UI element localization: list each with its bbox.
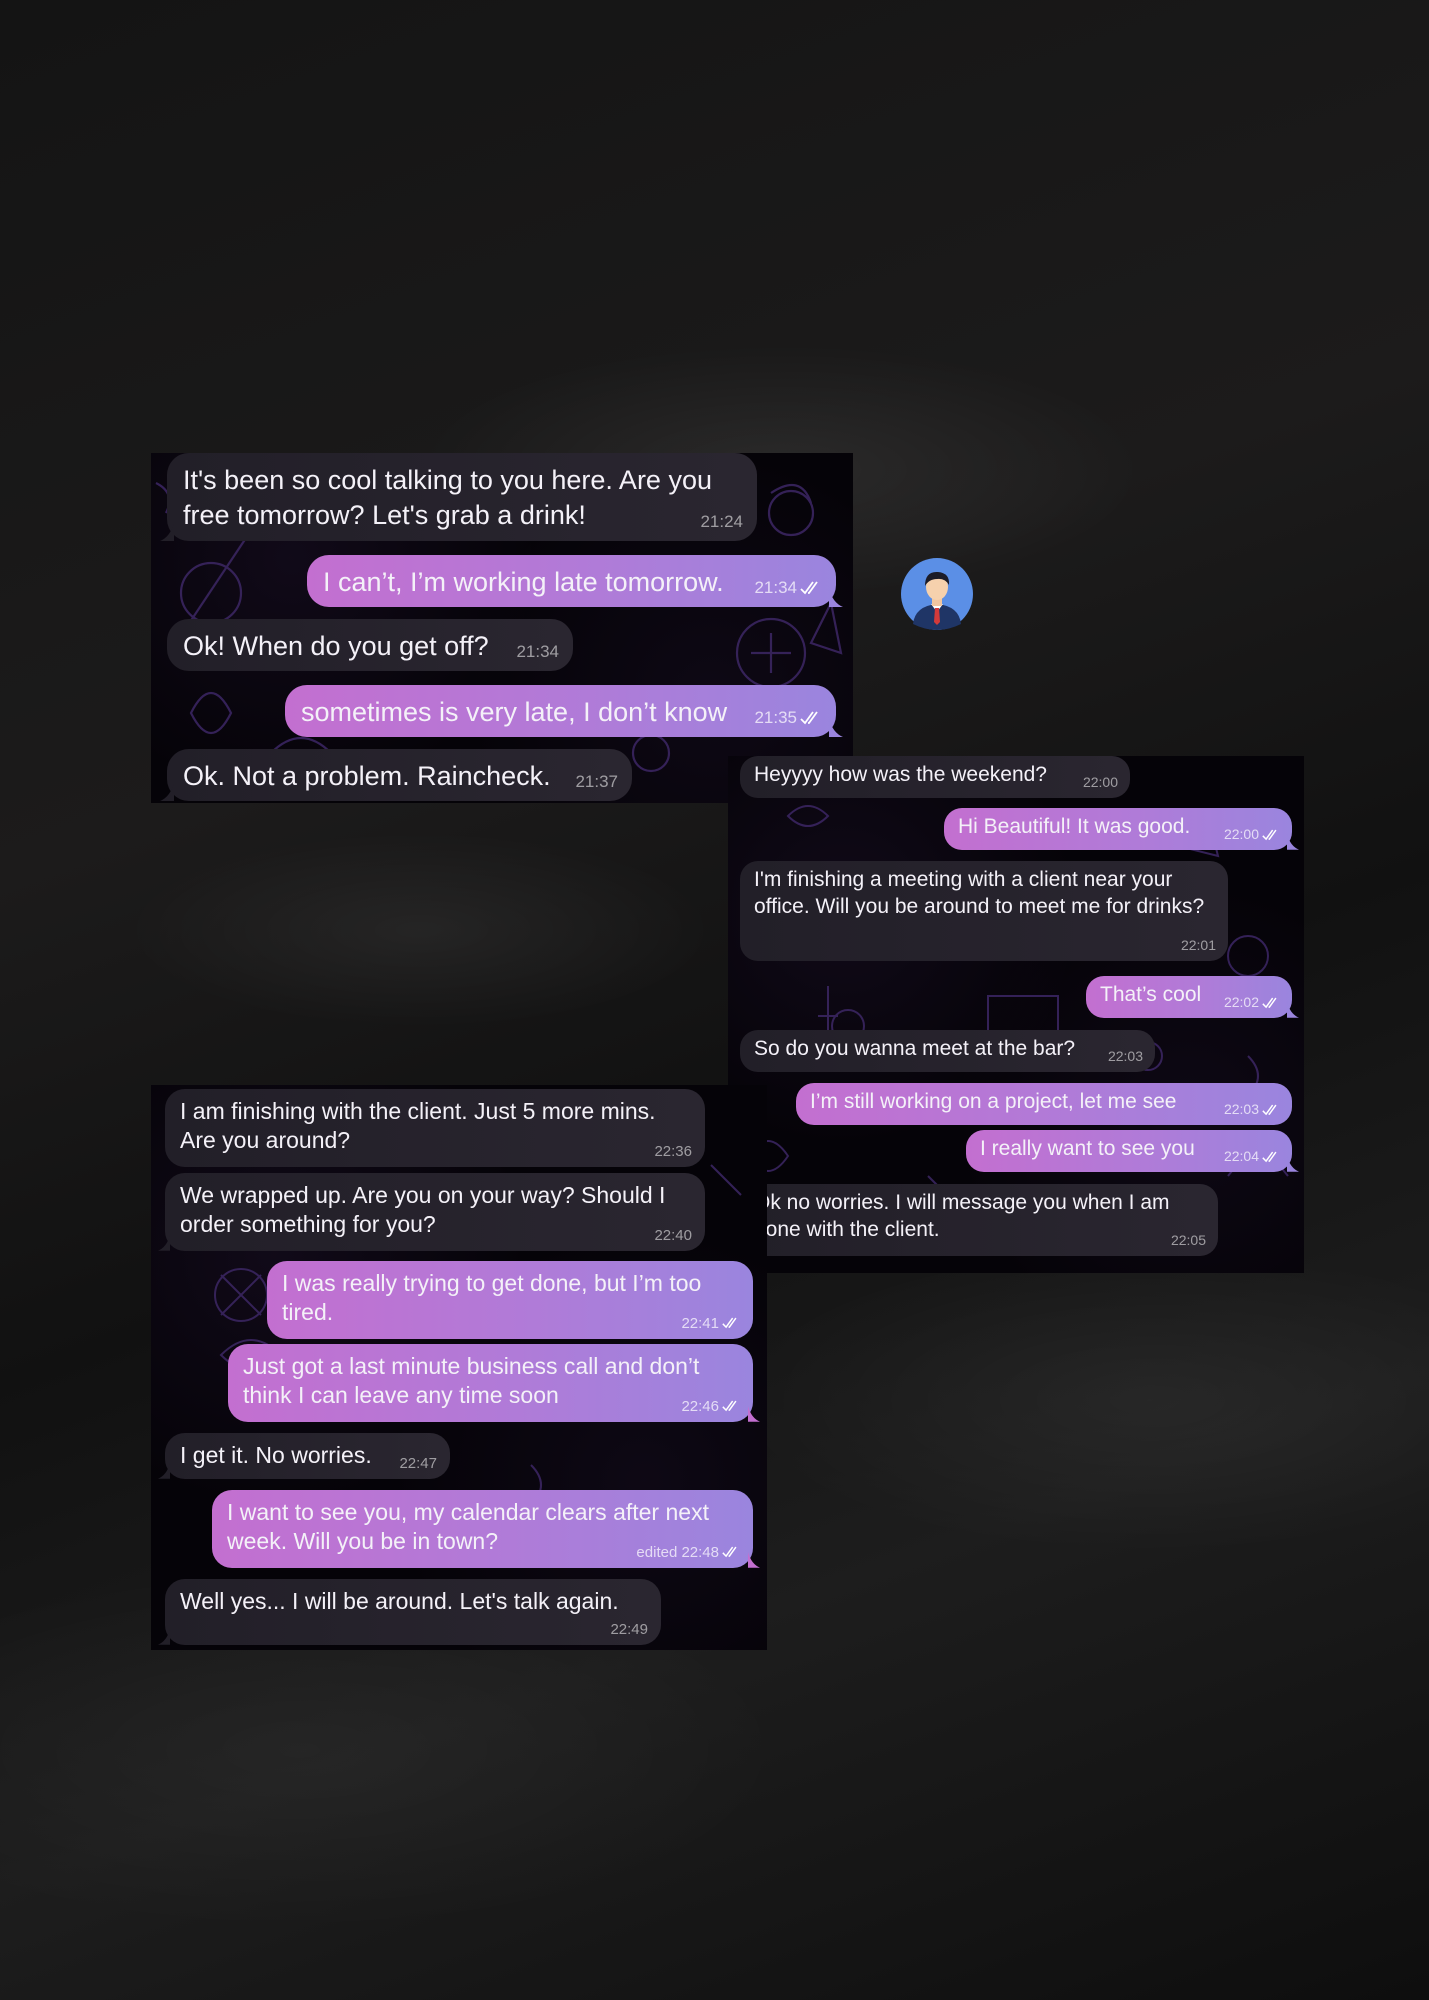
bubble-tail <box>160 523 174 541</box>
message-meta: 22:03 <box>1224 1101 1280 1119</box>
message-bubble-outgoing[interactable]: I’m still working on a project, let me s… <box>796 1083 1292 1125</box>
message-text: Ok! When do you get off? <box>183 631 489 661</box>
message-bubble-incoming[interactable]: I am finishing with the client. Just 5 m… <box>165 1089 705 1167</box>
message-meta: 22:04 <box>1224 1148 1280 1166</box>
message-meta: 22:41 <box>681 1314 740 1333</box>
message-bubble-incoming[interactable]: I'm finishing a meeting with a client ne… <box>740 861 1228 961</box>
message-time: 22:49 <box>610 1620 648 1638</box>
message-bubble-incoming[interactable]: Ok. Not a problem. Raincheck. 21:37 <box>160 749 632 801</box>
double-check-icon <box>722 1401 737 1412</box>
bubble-tail <box>158 1629 170 1645</box>
chat-screenshot-1: It's been so cool talking to you here. A… <box>151 453 853 803</box>
message-bubble-incoming[interactable]: Heyyyy how was the weekend? 22:00 <box>740 756 1130 798</box>
message-bubble-outgoing[interactable]: I was really trying to get done, but I’m… <box>267 1261 753 1339</box>
message-meta: 21:35 <box>754 707 822 729</box>
message-text: Well yes... I will be around. Let's talk… <box>180 1588 619 1614</box>
bubble-tail <box>829 719 843 737</box>
message-meta: 22:00 <box>1224 826 1280 844</box>
message-time: 21:34 <box>516 642 559 662</box>
bubble-tail <box>1287 1156 1299 1172</box>
message-time: 22:03 <box>1107 1048 1143 1065</box>
message-bubble-outgoing[interactable]: Just got a last minute business call and… <box>228 1344 760 1422</box>
bubble-tail <box>1287 834 1299 850</box>
message-text: It's been so cool talking to you here. A… <box>183 465 712 530</box>
message-meta: edited 22:48 <box>636 1543 740 1562</box>
message-text: I’m still working on a project, let me s… <box>810 1090 1177 1113</box>
bubble-tail <box>160 783 174 801</box>
message-bubble-incoming[interactable]: I get it. No worries. 22:47 <box>158 1433 450 1479</box>
double-check-icon <box>1262 1104 1277 1116</box>
message-bubble-incoming[interactable]: Ok no worries. I will message you when I… <box>740 1184 1218 1256</box>
message-bubble-outgoing[interactable]: sometimes is very late, I don’t know 21:… <box>285 685 843 737</box>
message-text: I get it. No worries. <box>180 1442 372 1468</box>
bubble-tail <box>748 1552 760 1568</box>
double-check-icon <box>1262 997 1277 1009</box>
message-time: 22:47 <box>399 1454 437 1472</box>
message-text: I can’t, I’m working late tomorrow. <box>323 567 724 597</box>
message-time: 22:05 <box>1170 1232 1206 1249</box>
bubble-tail <box>1287 1002 1299 1018</box>
message-bubble-incoming[interactable]: It's been so cool talking to you here. A… <box>160 453 757 541</box>
double-check-icon <box>722 1547 737 1558</box>
double-check-icon <box>722 1318 737 1329</box>
message-meta: 22:46 <box>681 1397 740 1416</box>
message-time: 22:01 <box>1180 937 1216 954</box>
bubble-tail <box>829 589 843 607</box>
message-bubble-incoming[interactable]: Well yes... I will be around. Let's talk… <box>158 1579 661 1645</box>
message-time: 21:24 <box>700 512 743 532</box>
bubble-tail <box>158 1235 170 1251</box>
message-time: 22:36 <box>654 1142 692 1160</box>
message-bubble-incoming[interactable]: So do you wanna meet at the bar? 22:03 <box>740 1030 1155 1072</box>
message-text: We wrapped up. Are you on your way? Shou… <box>180 1182 666 1238</box>
double-check-icon <box>1262 829 1277 841</box>
message-text: sometimes is very late, I don’t know <box>301 697 728 727</box>
message-meta: 22:02 <box>1224 994 1280 1012</box>
double-check-icon <box>800 711 818 725</box>
message-bubble-outgoing[interactable]: I can’t, I’m working late tomorrow. 21:3… <box>307 555 843 607</box>
businessman-avatar-icon[interactable] <box>901 558 973 630</box>
message-text: So do you wanna meet at the bar? <box>754 1037 1076 1060</box>
message-bubble-outgoing[interactable]: Hi Beautiful! It was good. 22:00 <box>944 808 1299 850</box>
chat-screenshot-2: Heyyyy how was the weekend? 22:00 Hi Bea… <box>728 756 1304 1273</box>
message-text: I am finishing with the client. Just 5 m… <box>180 1098 656 1154</box>
message-bubble-incoming[interactable]: Ok! When do you get off? 21:34 <box>167 619 573 671</box>
double-check-icon <box>800 581 818 595</box>
message-bubble-outgoing[interactable]: That’s cool 22:02 <box>1086 976 1299 1018</box>
message-text: Ok. Not a problem. Raincheck. <box>183 761 551 791</box>
message-text: Heyyyy how was the weekend? <box>754 763 1047 786</box>
message-text: Just got a last minute business call and… <box>243 1353 700 1409</box>
message-time: 21:37 <box>575 772 618 792</box>
message-time: 22:00 <box>1082 774 1118 791</box>
message-bubble-outgoing[interactable]: I really want to see you 22:04 <box>966 1130 1299 1172</box>
message-text: Ok no worries. I will message you when I… <box>754 1191 1170 1241</box>
message-bubble-outgoing[interactable]: I want to see you, my calendar clears af… <box>212 1490 760 1568</box>
double-check-icon <box>1262 1151 1277 1163</box>
bubble-tail <box>158 1463 170 1479</box>
message-bubble-incoming[interactable]: We wrapped up. Are you on your way? Shou… <box>158 1173 705 1251</box>
bubble-tail <box>748 1406 760 1422</box>
message-time: 22:40 <box>654 1226 692 1244</box>
message-meta: 21:34 <box>754 577 822 599</box>
message-text: I'm finishing a meeting with a client ne… <box>754 868 1205 918</box>
message-text: I was really trying to get done, but I’m… <box>282 1270 702 1326</box>
chat-screenshot-3: I am finishing with the client. Just 5 m… <box>151 1085 767 1650</box>
